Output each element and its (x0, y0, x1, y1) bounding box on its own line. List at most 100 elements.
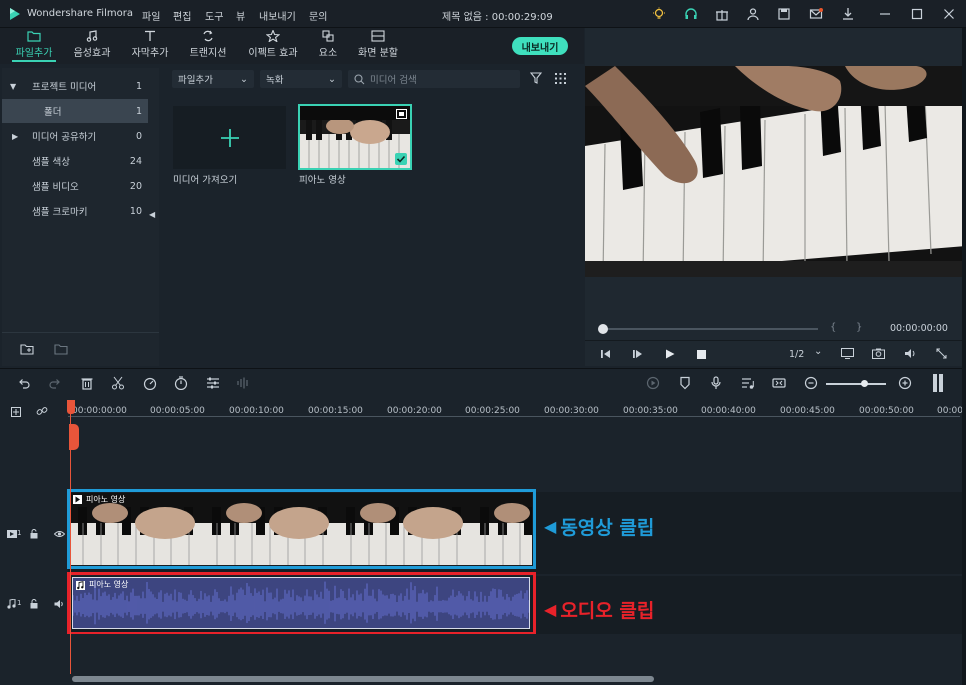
sidebar-item-label: 미디어 공유하기 (32, 132, 97, 143)
sidebar-item-folder[interactable]: 폴더 1 (2, 99, 148, 123)
maximize-icon[interactable] (909, 6, 925, 22)
display-icon[interactable] (841, 348, 854, 359)
redo-icon[interactable] (48, 376, 62, 390)
minimize-icon[interactable] (877, 6, 893, 22)
playback-scrubber[interactable] (602, 328, 818, 330)
playhead-marker[interactable] (69, 424, 79, 450)
grid-view-icon[interactable] (555, 73, 566, 84)
undo-icon[interactable] (17, 376, 31, 390)
sidebar-item-label: 프로젝트 미디어 (32, 82, 97, 93)
folder-icon[interactable] (54, 343, 68, 355)
new-folder-icon[interactable] (20, 343, 34, 355)
volume-icon[interactable] (904, 348, 917, 359)
menu-file[interactable]: 파일 (142, 8, 160, 23)
lock-icon[interactable] (30, 529, 38, 539)
menu-tools[interactable]: 도구 (205, 8, 223, 23)
mail-icon[interactable] (808, 6, 824, 22)
video-type-icon (396, 109, 407, 119)
media-clip-thumbnail[interactable] (298, 104, 412, 170)
preview-video-frame (585, 66, 966, 277)
effects-icon (266, 30, 280, 42)
media-search-input[interactable]: 미디어 검색 (348, 70, 520, 88)
tab-effects[interactable]: 이펙트 효과 (240, 30, 306, 62)
tab-label: 음성효과 (73, 48, 111, 59)
save-icon[interactable] (776, 6, 792, 22)
lock-icon[interactable] (30, 599, 38, 609)
add-track-icon[interactable] (11, 405, 23, 417)
headset-icon[interactable] (683, 6, 699, 22)
filter-icon[interactable] (530, 72, 542, 84)
playhead-handle[interactable] (67, 400, 75, 414)
title-bar: Wondershare Filmora 파일 편집 도구 뷰 내보내기 문의 제… (0, 0, 966, 28)
fullscreen-icon[interactable] (936, 348, 947, 359)
step-back-icon[interactable] (600, 349, 612, 359)
play-icon[interactable] (665, 349, 675, 359)
duration-icon[interactable] (174, 376, 188, 390)
import-filter-dropdown[interactable]: 파일추가 ⌄ (172, 70, 254, 88)
sidebar-item-shared-media[interactable]: ▶ 미디어 공유하기 0 (2, 124, 148, 148)
export-button[interactable]: 내보내기 (512, 37, 568, 55)
video-clip-annotation: ◀ 동영상 클립 (544, 513, 654, 540)
sidebar-item-sample-video[interactable]: 샘플 비디오 20 (2, 174, 148, 198)
speaker-icon[interactable] (54, 599, 65, 609)
dropdown-value: 파일추가 (178, 75, 213, 86)
audio-track-icon (7, 599, 16, 609)
audio-waveform-icon[interactable] (236, 376, 250, 390)
sidebar-item-project-media[interactable]: ▼ 프로젝트 미디어 1 (2, 74, 148, 98)
delete-icon[interactable] (80, 376, 94, 390)
adjust-icon[interactable] (206, 376, 220, 390)
eye-icon[interactable] (54, 530, 65, 538)
bulb-icon[interactable] (651, 6, 667, 22)
sidebar-item-sample-colors[interactable]: 샘플 색상 24 (2, 149, 148, 173)
zoom-in-icon[interactable] (898, 376, 912, 390)
close-icon[interactable] (941, 6, 957, 22)
zoom-out-icon[interactable] (804, 376, 818, 390)
tab-import[interactable]: 파일추가 (6, 30, 62, 62)
menu-help[interactable]: 문의 (309, 8, 327, 23)
microphone-icon[interactable] (709, 376, 723, 390)
zoom-ratio-dropdown[interactable]: 1/2 (789, 349, 804, 360)
snapshot-icon[interactable] (872, 348, 885, 359)
pause-bars-icon[interactable] (931, 374, 945, 392)
record-filter-dropdown[interactable]: 녹화 ⌄ (260, 70, 342, 88)
window-right-edge (962, 28, 966, 685)
scrubber-handle[interactable] (598, 324, 608, 334)
chevron-down-icon: ⌄ (328, 73, 336, 85)
module-tabs: 파일추가 음성효과 자막추가 트랜지션 이펙트 효과 요소 화면 분할 (0, 28, 584, 64)
timeline-scrollbar-thumb[interactable] (72, 676, 654, 682)
marker-icon[interactable] (678, 376, 692, 390)
cut-icon[interactable] (111, 376, 125, 390)
collapse-sidebar-icon[interactable]: ◀ (149, 210, 155, 219)
ruler-tick-label: 00:00:35:00 (623, 406, 678, 416)
zoom-slider[interactable] (826, 383, 886, 385)
step-forward-icon[interactable] (632, 349, 644, 359)
mark-out-icon[interactable]: } (856, 322, 862, 333)
mark-in-icon[interactable]: { (830, 322, 836, 333)
audio-clip-annotation: ◀ 오디오 클립 (544, 596, 654, 623)
zoom-slider-handle[interactable] (861, 380, 868, 387)
tab-split-screen[interactable]: 화면 분할 (352, 30, 404, 62)
chevron-down-icon[interactable]: ⌄ (814, 346, 822, 357)
stop-icon[interactable] (697, 350, 706, 359)
tab-elements[interactable]: 요소 (310, 30, 346, 62)
split-audio-icon[interactable] (772, 376, 786, 390)
tab-titles[interactable]: 자막추가 (124, 30, 176, 62)
tab-transitions[interactable]: 트랜지션 (182, 30, 234, 62)
chevron-down-icon: ⌄ (240, 73, 248, 85)
sidebar-item-sample-chroma[interactable]: 샘플 크로마키 10 (2, 199, 148, 223)
preview-timecode: 00:00:00:00 (890, 323, 948, 334)
download-icon[interactable] (840, 6, 856, 22)
menu-view[interactable]: 뷰 (236, 8, 245, 23)
menu-edit[interactable]: 편집 (173, 8, 191, 23)
menu-export[interactable]: 내보내기 (259, 8, 296, 23)
render-preview-icon[interactable] (646, 376, 660, 390)
speed-icon[interactable] (143, 376, 157, 390)
link-icon[interactable] (36, 405, 48, 417)
gift-icon[interactable] (714, 6, 730, 22)
account-icon[interactable] (745, 6, 761, 22)
left-arrow-icon: ◀ (544, 600, 557, 619)
tab-label: 트랜지션 (189, 48, 227, 59)
voiceover-list-icon[interactable] (741, 376, 755, 390)
import-media-tile[interactable] (173, 106, 286, 169)
tab-audio[interactable]: 음성효과 (66, 30, 118, 62)
